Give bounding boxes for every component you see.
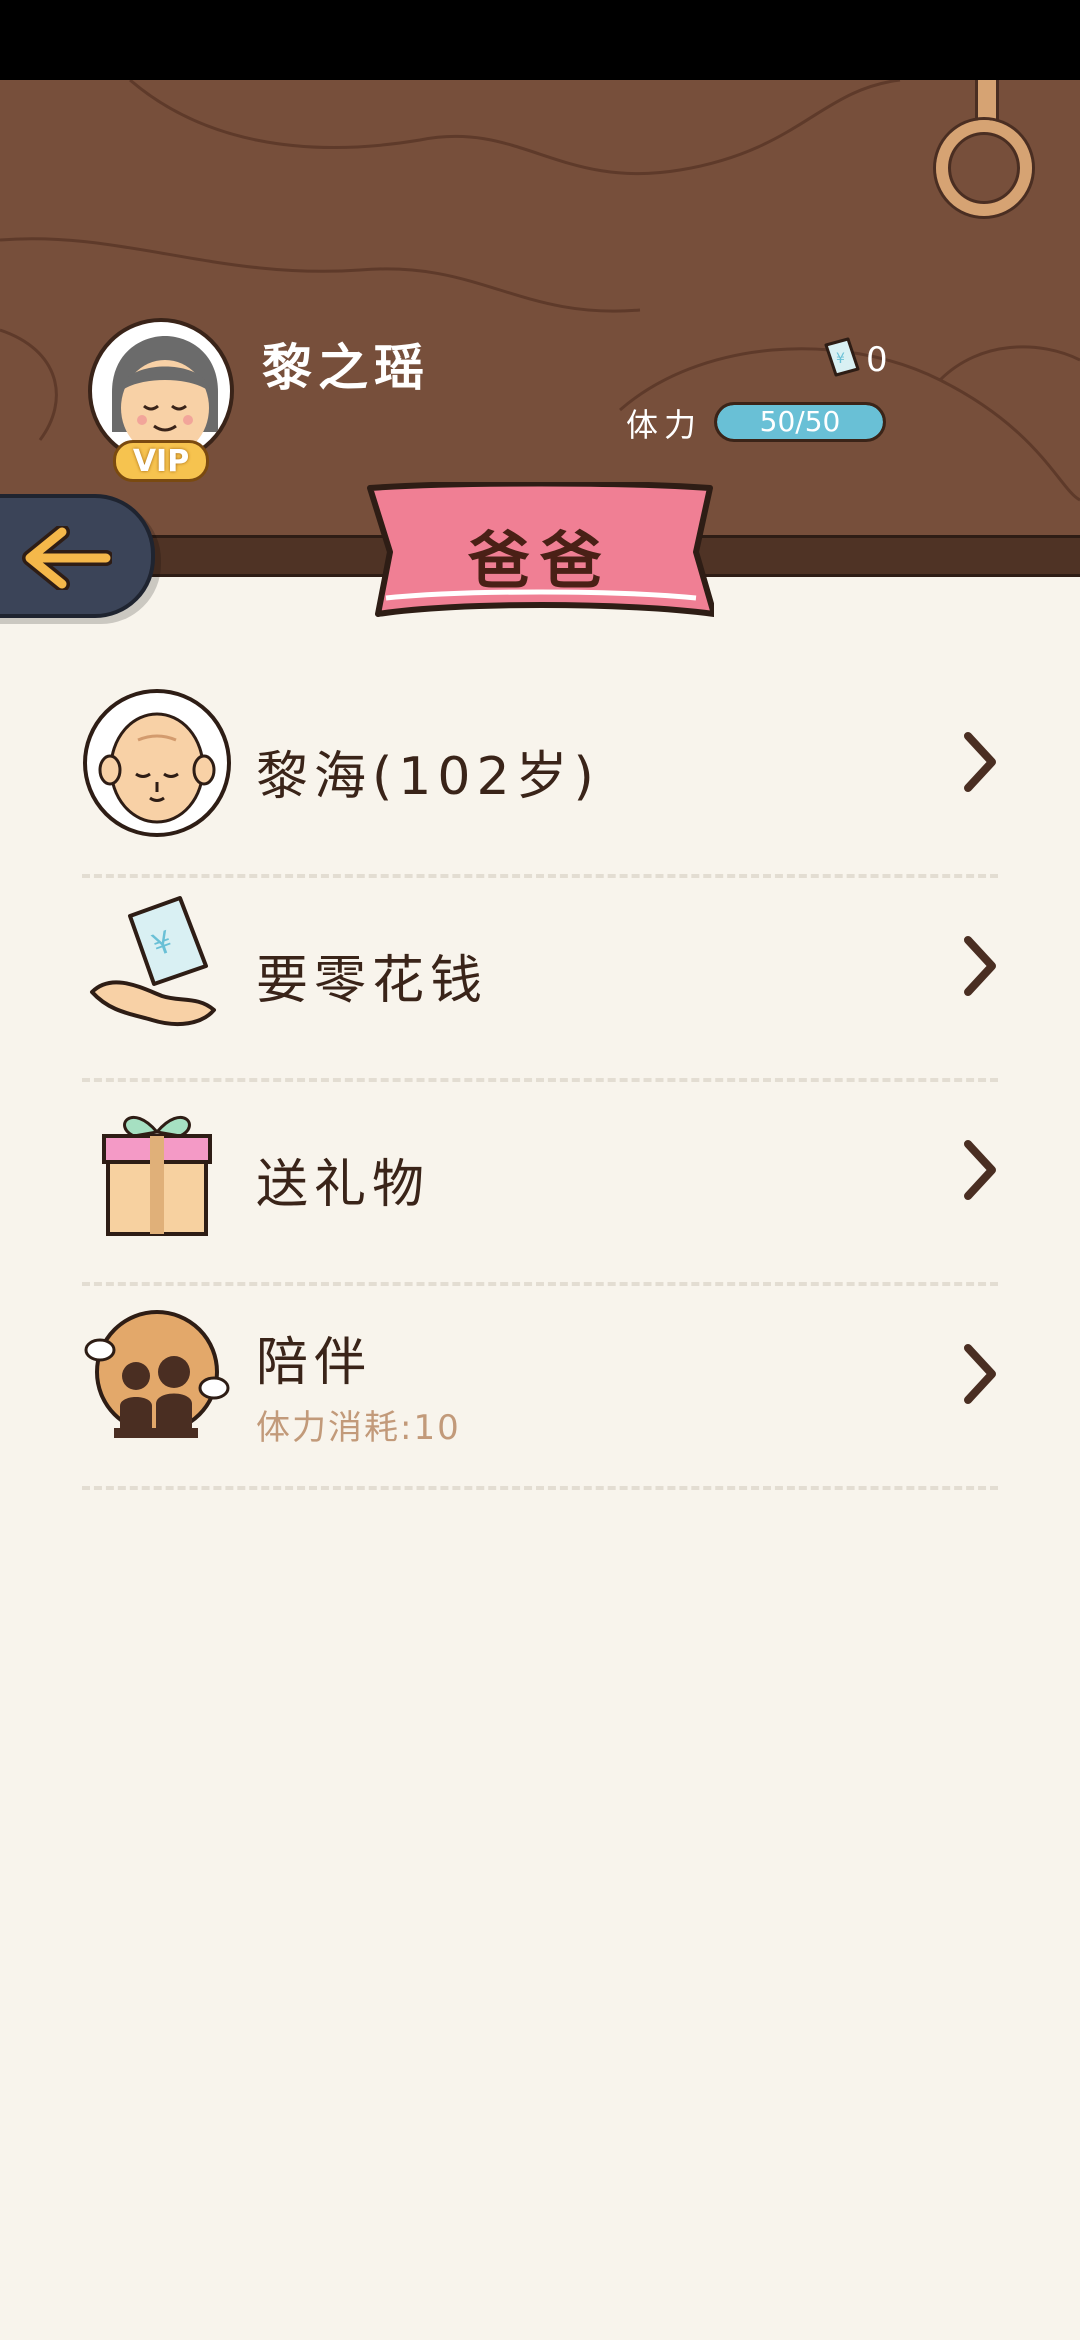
stamina-value: 50/50 [759, 405, 841, 438]
menu-item-label: 陪伴 [256, 1333, 373, 1393]
menu-item-send-gift[interactable]: 送礼物 [82, 1082, 998, 1286]
back-arrow-icon [22, 526, 112, 590]
username: 黎之瑶 [262, 339, 430, 397]
page-title: 爸爸 [467, 524, 612, 597]
stamina-label: 体力 [626, 406, 703, 444]
svg-text:¥: ¥ [836, 351, 845, 367]
menu-item-companionship[interactable]: 陪伴 体力消耗:10 [82, 1286, 998, 1490]
gift-box-icon [102, 1116, 212, 1236]
menu-item-label: 黎海(102岁) [256, 747, 600, 807]
money-in-hand-icon: ¥ [90, 896, 216, 1027]
status-bar [0, 0, 1080, 80]
menu-item-label: 送礼物 [256, 1155, 431, 1215]
vip-badge: VIP [113, 440, 209, 482]
old-man-avatar-icon [83, 689, 231, 837]
companionship-icon [84, 1310, 230, 1438]
ring-icon[interactable] [936, 120, 1032, 216]
coupon-count: 0 [866, 340, 888, 380]
menu-item-father-profile[interactable]: 黎海(102岁) [82, 674, 998, 878]
menu-item-pocket-money[interactable]: ¥ 要零花钱 [82, 878, 998, 1082]
stamina-cost-text: 体力消耗:10 [256, 1408, 461, 1448]
back-button[interactable] [0, 494, 155, 618]
chevron-right-icon [964, 936, 996, 996]
action-menu: 黎海(102岁) ¥ 要零花钱 送礼物 陪伴 体力消耗:10 [82, 674, 998, 1490]
money-coupon-icon: ¥ [824, 337, 860, 377]
chevron-right-icon [964, 1140, 996, 1200]
chevron-right-icon [964, 1344, 996, 1404]
chevron-right-icon [964, 732, 996, 792]
menu-item-label: 要零花钱 [256, 951, 489, 1011]
